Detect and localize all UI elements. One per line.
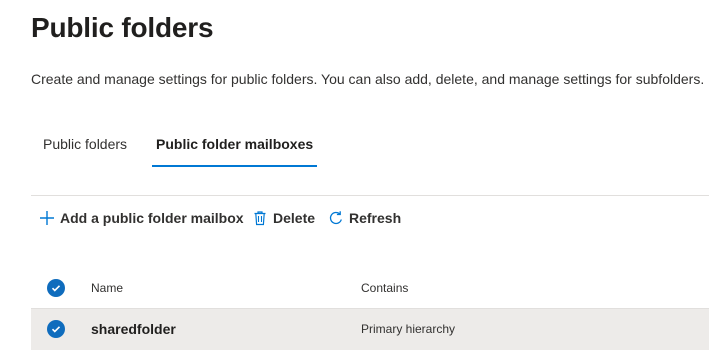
tab-public-folders[interactable]: Public folders <box>43 128 127 168</box>
add-public-folder-mailbox-button[interactable]: Add a public folder mailbox <box>38 206 244 230</box>
table-header-row: Name Contains <box>31 268 709 308</box>
tab-public-folder-mailboxes[interactable]: Public folder mailboxes <box>152 128 318 168</box>
page-title: Public folders <box>31 12 214 43</box>
page-description: Create and manage settings for public fo… <box>31 71 709 87</box>
delete-button[interactable]: Delete <box>251 206 315 230</box>
page: Public folders Create and manage setting… <box>0 0 709 360</box>
tab-label: Public folder mailboxes <box>156 136 314 152</box>
tab-label: Public folders <box>43 136 128 152</box>
row-name-cell[interactable]: sharedfolder <box>91 321 176 337</box>
checkmark-icon <box>51 326 61 333</box>
delete-button-label: Delete <box>273 210 316 226</box>
refresh-button[interactable]: Refresh <box>327 206 401 230</box>
plus-icon <box>38 209 56 227</box>
row-contains-cell: Primary hierarchy <box>361 322 456 336</box>
add-button-label: Add a public folder mailbox <box>60 210 244 226</box>
description-text: Create and manage settings for public fo… <box>31 71 705 87</box>
select-all-checkbox[interactable] <box>47 279 65 297</box>
column-header-contains[interactable]: Contains <box>361 281 408 295</box>
divider <box>31 195 709 196</box>
refresh-icon <box>327 209 345 227</box>
refresh-button-label: Refresh <box>349 210 402 226</box>
selected-tab-indicator <box>152 165 318 167</box>
table-row[interactable]: sharedfolder Primary hierarchy <box>31 308 709 350</box>
trash-icon <box>251 209 269 227</box>
column-header-name[interactable]: Name <box>91 281 123 295</box>
mailbox-table: Name Contains sharedfolder Primary hiera… <box>31 268 709 350</box>
checkmark-icon <box>51 285 61 292</box>
row-checkbox[interactable] <box>47 320 65 338</box>
